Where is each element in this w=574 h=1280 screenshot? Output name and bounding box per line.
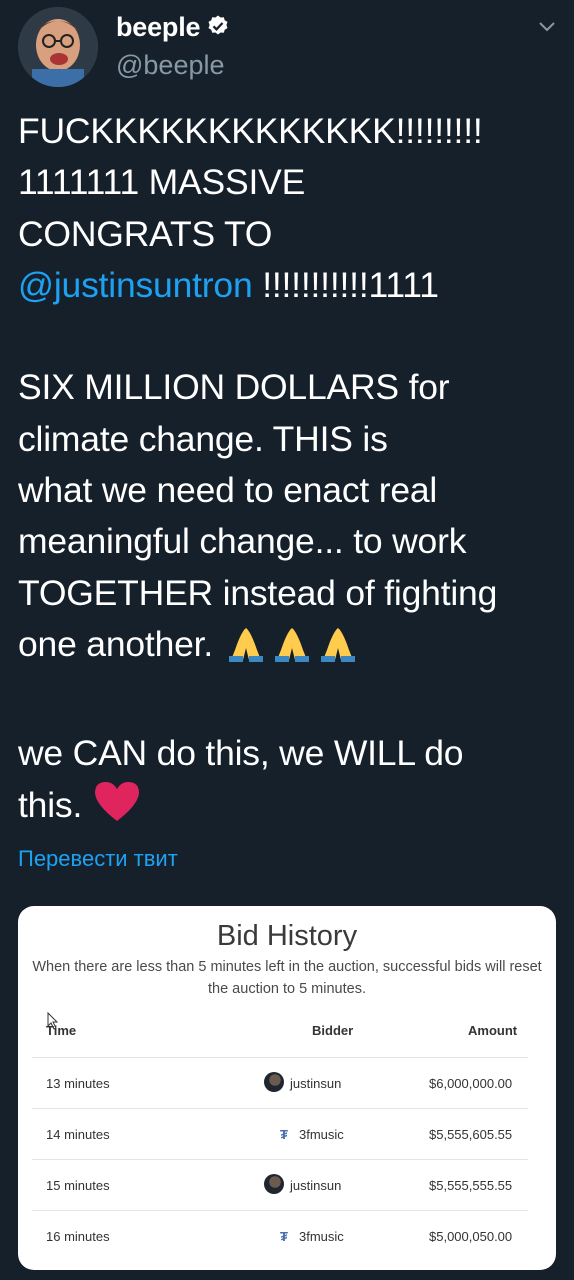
bid-amount: $5,555,605.55 <box>429 1127 513 1142</box>
bidder-name[interactable]: 3fmusic <box>299 1127 344 1142</box>
translate-tweet-link[interactable]: Перевести твит <box>18 846 178 872</box>
bidder-name[interactable]: justinsun <box>290 1076 341 1091</box>
tweet-line-text: this. <box>18 784 83 825</box>
bid-amount: $5,000,050.00 <box>429 1229 513 1244</box>
tweet-line: one another. <box>18 619 563 676</box>
tweet-line: 1111111 MASSIVE <box>18 162 306 203</box>
bid-time: 13 minutes <box>46 1076 110 1091</box>
row-divider <box>32 1159 528 1160</box>
tweet-line: FUCKKKKKKKKKKKKK!!!!!!!!! <box>18 111 483 151</box>
tweet-line: meaningful change... to work <box>18 521 467 562</box>
bidder-avatar <box>264 1174 284 1194</box>
bid-time: 14 minutes <box>46 1127 110 1142</box>
profile-handle[interactable]: @beeple <box>116 50 225 81</box>
heart-icon <box>92 779 142 837</box>
bid-time: 15 minutes <box>46 1178 110 1193</box>
tweet-text: FUCKKKKKKKKKKKKK!!!!!!!!! 1111111 MASSIV… <box>18 106 563 837</box>
bidder-logo-icon: ₮ <box>280 1127 288 1142</box>
bid-amount: $6,000,000.00 <box>429 1076 513 1091</box>
bidder-name[interactable]: justinsun <box>290 1178 341 1193</box>
folded-hands-icon <box>269 625 315 676</box>
verified-badge-icon <box>208 15 228 35</box>
mention-link[interactable]: @justinsuntron <box>18 265 253 305</box>
bid-history-card[interactable]: Bid History When there are less than 5 m… <box>18 906 556 1270</box>
profile-avatar[interactable] <box>18 7 98 87</box>
row-divider <box>32 1057 528 1058</box>
column-header-time[interactable]: Time <box>46 1023 76 1038</box>
tweet-line: we CAN do this, we WILL do <box>18 732 464 773</box>
bid-amount: $5,555,555.55 <box>429 1178 513 1193</box>
tweet-line: climate change. THIS is <box>18 418 388 459</box>
tweet-line: SIX MILLION DOLLARS for <box>18 367 450 408</box>
bid-time: 16 minutes <box>46 1229 110 1244</box>
tweet-line: CONGRATS TO <box>18 213 273 254</box>
bidder-logo-icon: ₮ <box>280 1229 288 1244</box>
card-note: When there are less than 5 minutes left … <box>32 959 542 997</box>
tweet-line-text: one another. <box>18 623 213 664</box>
column-header-bidder[interactable]: Bidder <box>312 1023 353 1038</box>
folded-hands-icon <box>315 625 361 676</box>
row-divider <box>32 1210 528 1211</box>
profile-name[interactable]: beeple <box>116 12 201 43</box>
tweet-header: beeple @beeple <box>0 0 574 100</box>
row-divider <box>32 1108 528 1109</box>
tweet-line: TOGETHER instead of fighting <box>18 572 498 613</box>
tweet-line: @justinsuntron !!!!!!!!!!!1111 <box>18 260 563 311</box>
folded-hands-icon <box>223 625 269 676</box>
tweet-line: what we need to enact real <box>18 470 438 511</box>
chevron-down-icon[interactable] <box>538 20 556 34</box>
bidder-avatar <box>264 1072 284 1092</box>
card-title: Bid History <box>216 920 358 952</box>
column-header-amount[interactable]: Amount <box>468 1023 517 1038</box>
bidder-name[interactable]: 3fmusic <box>299 1229 344 1244</box>
tweet-line: this. <box>18 779 563 837</box>
tweet-line-rest: !!!!!!!!!!!1111 <box>252 264 439 305</box>
